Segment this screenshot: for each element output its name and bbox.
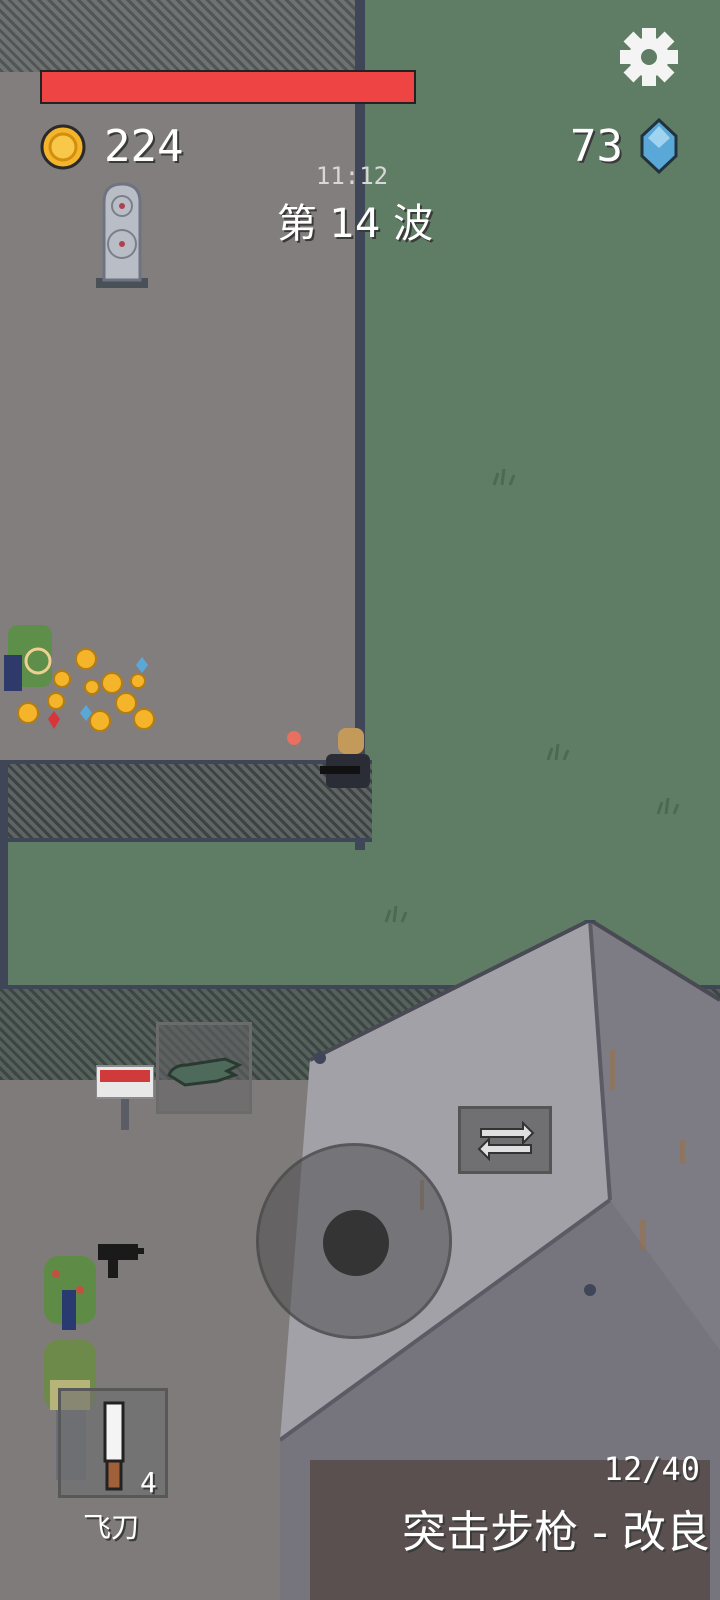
dropped-smg [98,1244,144,1278]
wave-label: 第 14 波 [276,201,434,247]
health-bar [40,70,416,104]
loot-pile [4,625,155,732]
throwable-count: 4 [140,1466,157,1499]
shooting-target [96,182,148,288]
interact-button[interactable] [156,1022,252,1114]
weapon-name: 突击步枪 - 改良 [402,1507,710,1558]
health-bar-fill [42,72,414,102]
throwable-label: 飞刀 [82,1511,139,1544]
settings-gear-icon[interactable] [620,28,678,86]
hand-pointer-icon [167,1057,243,1087]
coin-count: 224 [104,121,184,172]
knife-icon [103,1401,125,1491]
ammo-counter: 12/40 [603,1450,700,1488]
gem-icon [640,118,678,174]
swap-weapon-button[interactable] [458,1106,552,1174]
wave-timer: 11:12 [315,162,389,190]
warning-sign [96,1065,154,1130]
movement-joystick[interactable] [256,1143,452,1339]
gem-count: 73 [570,121,623,172]
swap-weapon-icon [477,1121,535,1161]
player-character [287,728,370,788]
joystick-knob[interactable] [323,1210,389,1276]
coin-icon [40,124,86,170]
